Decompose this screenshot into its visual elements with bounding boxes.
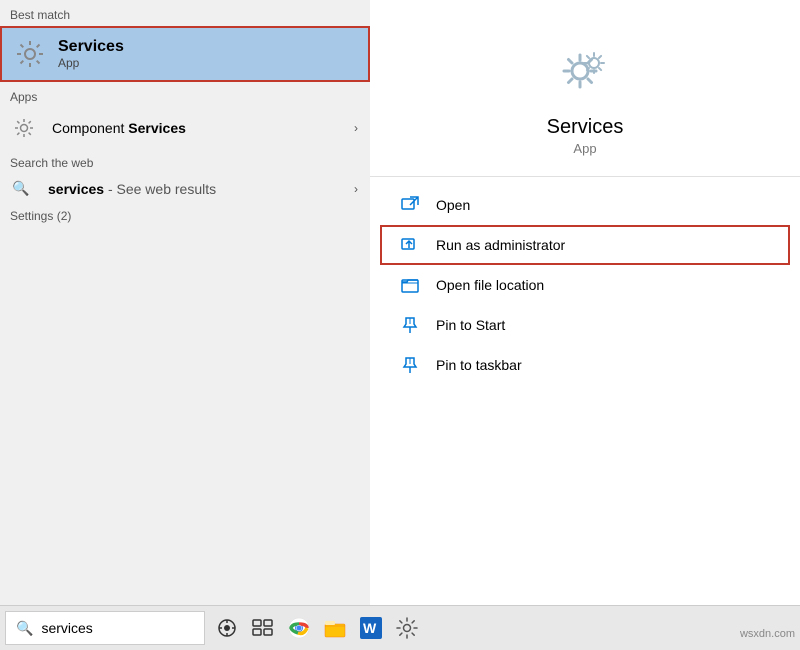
services-app-icon <box>14 38 46 70</box>
action-pin-to-start-label: Pin to Start <box>436 317 505 333</box>
best-match-label: Best match <box>0 0 370 26</box>
search-suffix: - See web results <box>104 181 216 197</box>
watermark: wsxdn.com <box>740 628 795 640</box>
action-open-file-location-label: Open file location <box>436 277 544 293</box>
search-web-label: Search the web <box>0 148 370 174</box>
search-query: services <box>48 181 104 197</box>
app-icon-large <box>553 40 617 104</box>
task-view-icon[interactable] <box>211 612 243 644</box>
settings-label: Settings (2) <box>0 203 370 227</box>
app-type: App <box>573 141 596 156</box>
taskbar-search-icon: 🔍 <box>16 620 33 637</box>
search-web-icon: 🔍 <box>12 180 32 197</box>
settings-icon[interactable] <box>391 612 423 644</box>
action-run-as-admin[interactable]: Run as administrator <box>370 225 800 265</box>
component-services-chevron: › <box>354 121 358 135</box>
apps-label: Apps <box>0 82 370 108</box>
run-as-admin-wrapper: Run as administrator <box>370 225 800 265</box>
actions-list: Open Run as administrator <box>370 177 800 393</box>
left-panel: Best match Services App <box>0 0 370 605</box>
component-services-label: Component Services <box>52 120 338 136</box>
search-web-item[interactable]: 🔍 services - See web results › <box>0 174 370 203</box>
action-pin-to-start[interactable]: Pin to Start <box>370 305 800 345</box>
right-panel: Services App Open <box>370 0 800 605</box>
action-open[interactable]: Open <box>370 185 800 225</box>
best-match-subtitle: App <box>58 56 124 70</box>
run-as-admin-icon <box>400 235 420 255</box>
task-switch-icon[interactable] <box>247 612 279 644</box>
taskbar: 🔍 services <box>0 605 800 650</box>
pin-taskbar-icon <box>400 355 420 375</box>
chrome-icon[interactable] <box>283 612 315 644</box>
action-pin-to-taskbar[interactable]: Pin to taskbar <box>370 345 800 385</box>
web-item-chevron: › <box>354 182 358 196</box>
best-match-title: Services <box>58 38 124 56</box>
action-open-file-location[interactable]: Open file location <box>370 265 800 305</box>
component-services-item[interactable]: Component Services › <box>0 108 370 148</box>
open-icon <box>400 195 420 215</box>
component-services-icon <box>12 116 36 140</box>
best-match-item[interactable]: Services App <box>0 26 370 82</box>
web-label: services - See web results <box>48 181 216 197</box>
action-run-as-admin-label: Run as administrator <box>436 237 565 253</box>
pin-start-icon <box>400 315 420 335</box>
action-open-label: Open <box>436 197 470 213</box>
word-icon[interactable]: W <box>355 612 387 644</box>
taskbar-search-text: services <box>41 620 92 636</box>
file-explorer-icon[interactable] <box>319 612 351 644</box>
action-pin-to-taskbar-label: Pin to taskbar <box>436 357 522 373</box>
file-location-icon <box>400 275 420 295</box>
svg-text:W: W <box>363 620 377 636</box>
best-match-text: Services App <box>58 38 124 70</box>
taskbar-search-bar[interactable]: 🔍 services <box>5 611 205 645</box>
app-name: Services <box>547 116 624 139</box>
app-preview: Services App <box>370 0 800 177</box>
